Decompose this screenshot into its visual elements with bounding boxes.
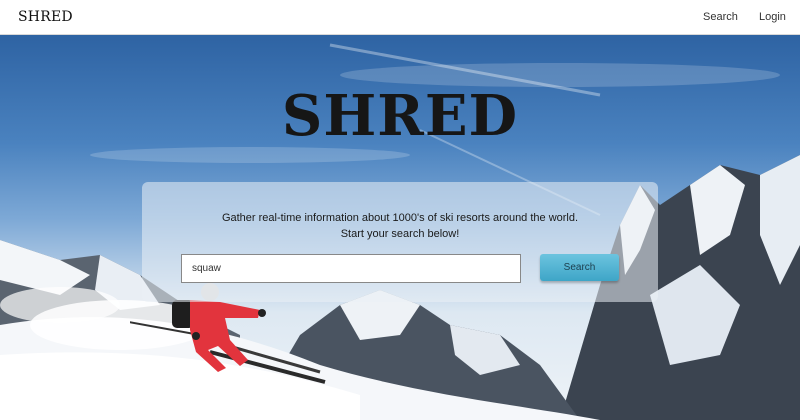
nav-link-search[interactable]: Search [703, 11, 738, 23]
brand-logo[interactable]: SHRED [18, 9, 73, 25]
search-card: Gather real-time information about 1000'… [142, 182, 658, 302]
resort-search-input[interactable] [181, 254, 521, 283]
search-button[interactable]: Search [540, 254, 619, 281]
tagline-line-2: Start your search below! [340, 228, 460, 240]
hero-title: SHRED [281, 83, 519, 149]
nav-link-login[interactable]: Login [759, 11, 786, 23]
tagline-line-1: Gather real-time information about 1000'… [221, 212, 579, 224]
hero-section: SHRED Gather real-time information about… [0, 35, 800, 420]
top-navbar: SHRED Search Login [0, 0, 800, 35]
tagline: Gather real-time information about 1000'… [142, 210, 658, 242]
